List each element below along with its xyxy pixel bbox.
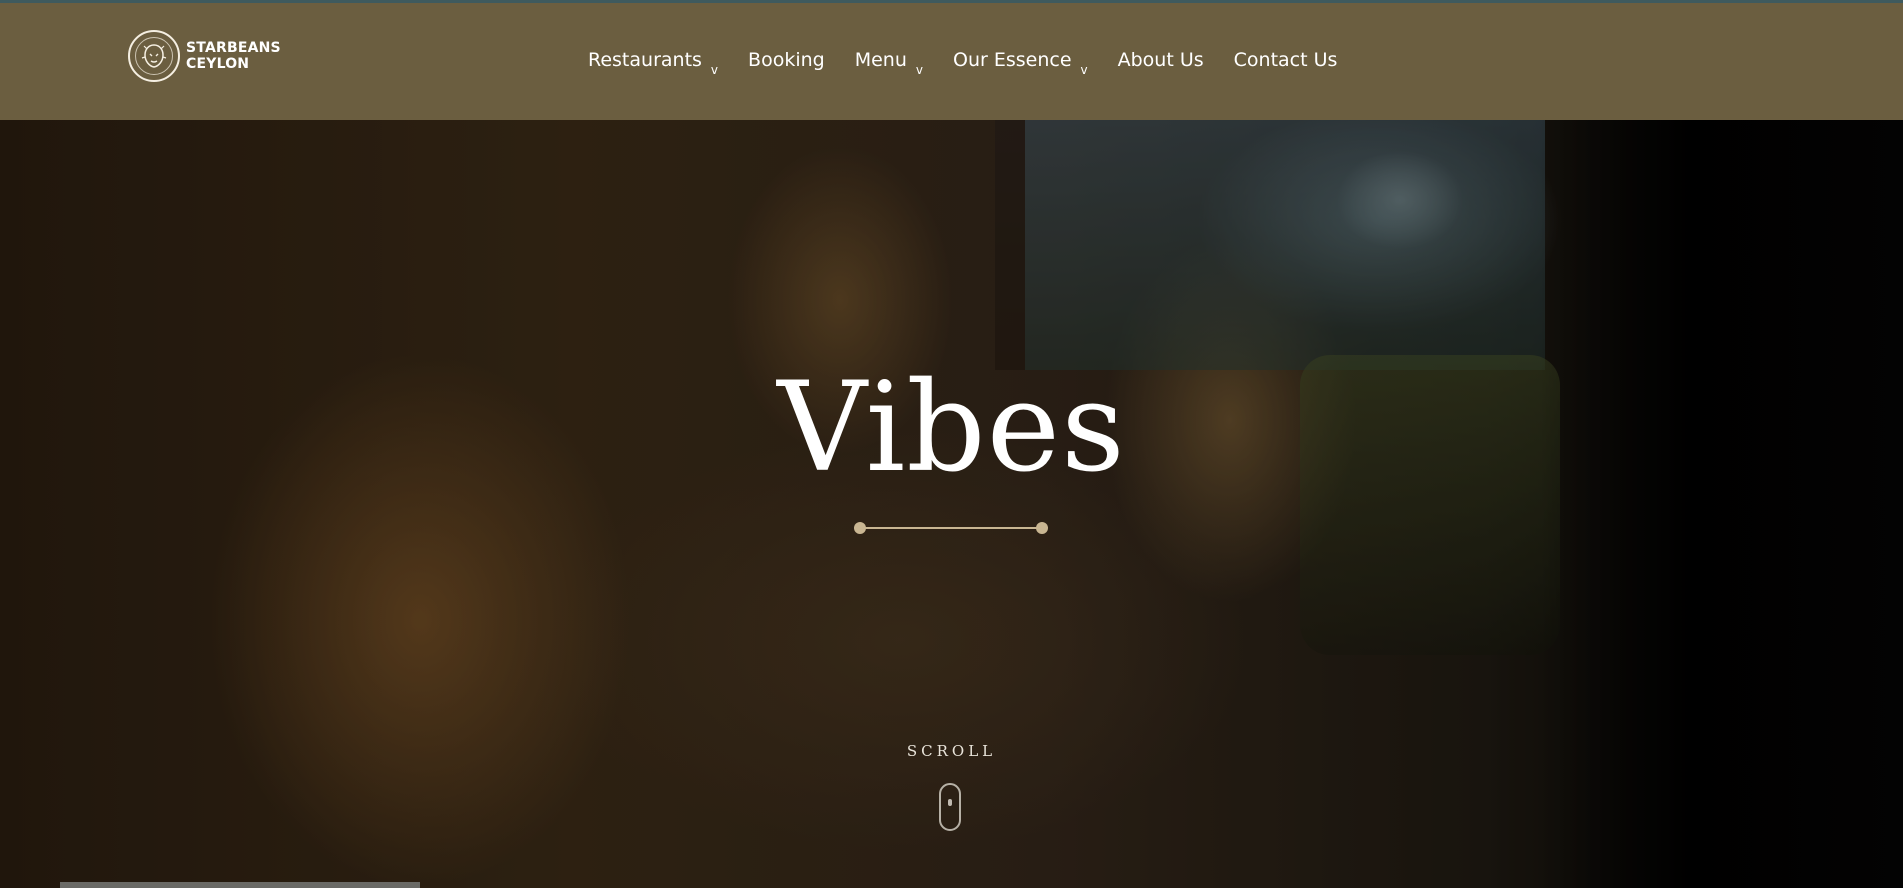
nav-menu[interactable]: Menu v	[854, 49, 923, 77]
scroll-label: SCROLL	[906, 742, 997, 760]
divider-dot-left	[854, 522, 866, 534]
nav-restaurants[interactable]: Restaurants v	[588, 49, 718, 77]
brand-logo[interactable]: STARBEANS CEYLON	[128, 30, 281, 82]
divider-dot-right	[1036, 522, 1048, 534]
mouse-wheel	[948, 799, 952, 806]
nav-contact-us-label: Contact Us	[1233, 49, 1338, 71]
nav-about-us-label: About Us	[1117, 49, 1204, 71]
main-nav: Restaurants v Booking Menu v Our Essence…	[588, 49, 1338, 77]
nav-restaurants-label: Restaurants	[588, 49, 702, 71]
site-header: STARBEANS CEYLON Restaurants v Booking M…	[0, 0, 1903, 120]
chevron-down-icon: v	[915, 63, 923, 77]
chevron-down-icon: v	[1080, 63, 1088, 77]
nav-our-essence[interactable]: Our Essence v	[952, 49, 1088, 77]
brand-name: STARBEANS CEYLON	[186, 40, 281, 72]
lion-seal-icon	[128, 30, 180, 82]
bottom-scrollbar	[60, 882, 420, 888]
lion-head-icon	[141, 44, 167, 68]
title-divider	[854, 522, 1048, 534]
brand-name-line1: STARBEANS	[186, 40, 281, 56]
nav-contact-us[interactable]: Contact Us	[1234, 49, 1338, 71]
nav-about-us[interactable]: About Us	[1118, 49, 1204, 71]
nav-booking-label: Booking	[748, 49, 825, 71]
nav-booking[interactable]: Booking	[748, 49, 825, 71]
nav-menu-label: Menu	[854, 49, 907, 71]
chevron-down-icon: v	[710, 63, 719, 77]
mouse-scroll-icon[interactable]	[939, 783, 961, 831]
nav-our-essence-label: Our Essence	[952, 49, 1072, 71]
brand-name-line2: CEYLON	[186, 56, 250, 72]
hero-title: Vibes	[777, 356, 1126, 500]
